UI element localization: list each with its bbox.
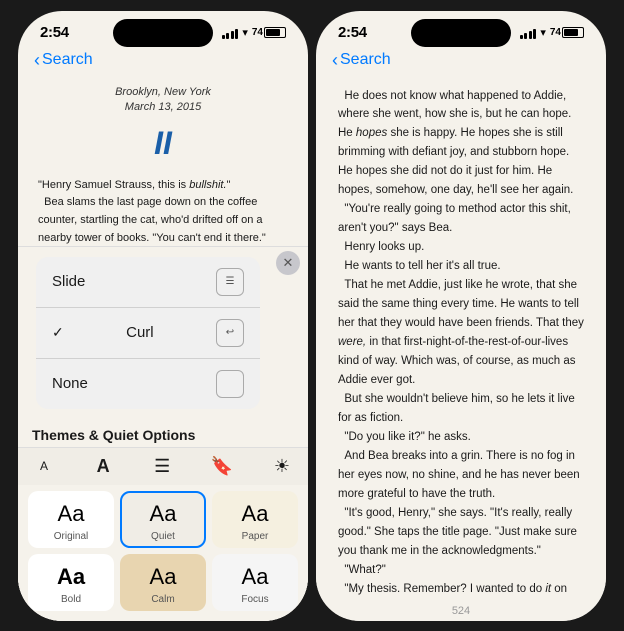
book-chapter: II xyxy=(38,119,288,169)
wifi-icon: ▾ xyxy=(242,26,248,39)
none-icon xyxy=(216,370,244,398)
left-time: 2:54 xyxy=(40,24,69,41)
transition-curl[interactable]: ✓ Curl ↩ xyxy=(36,308,260,359)
bottom-panel: Slide ☰ ✓ Curl ↩ None ✕ T xyxy=(18,246,308,621)
none-label: None xyxy=(52,375,88,392)
battery-icon: 74 xyxy=(252,27,286,38)
themes-header: Themes & Quiet Options xyxy=(18,419,308,447)
paper-label: Paper xyxy=(242,531,269,542)
original-label: Original xyxy=(54,531,88,542)
theme-quiet[interactable]: Aa Quiet xyxy=(120,491,206,548)
right-book-content: He does not know what happened to Addie,… xyxy=(316,75,606,601)
calm-sample: Aa xyxy=(150,564,177,590)
r-signal-bar-1 xyxy=(520,35,523,39)
right-book-text: He does not know what happened to Addie,… xyxy=(338,87,584,601)
left-nav-bar: ‹ Search xyxy=(18,47,308,75)
right-battery-icon: 74 xyxy=(550,27,584,38)
themes-title: Themes & Quiet Options xyxy=(32,427,195,443)
right-nav-bar: ‹ Search xyxy=(316,47,606,75)
right-battery-body xyxy=(562,27,584,38)
signal-bar-1 xyxy=(222,35,225,39)
left-back-button[interactable]: ‹ Search xyxy=(34,51,93,69)
paper-sample: Aa xyxy=(242,501,269,527)
right-dynamic-island xyxy=(411,19,511,47)
battery-body xyxy=(264,27,286,38)
focus-sample: Aa xyxy=(242,564,269,590)
transition-slide[interactable]: Slide ☰ xyxy=(36,257,260,308)
right-signal-icon xyxy=(520,27,537,39)
page-number: 524 xyxy=(316,601,606,621)
bookmark-icon[interactable]: 🔖 xyxy=(211,456,233,477)
book-header: Brooklyn, New YorkMarch 13, 2015 II xyxy=(38,85,288,169)
quiet-sample: Aa xyxy=(150,501,177,527)
curl-check: ✓ xyxy=(52,324,64,341)
r-signal-bar-2 xyxy=(524,33,527,39)
curl-icon: ↩ xyxy=(216,319,244,347)
right-battery-fill xyxy=(564,29,578,36)
right-chevron-left-icon: ‹ xyxy=(332,51,338,69)
theme-focus[interactable]: Aa Focus xyxy=(212,554,298,611)
left-back-label: Search xyxy=(42,51,93,69)
themes-grid: Aa Original Aa Quiet Aa Paper Aa Bold Aa xyxy=(18,485,308,621)
text-settings-icon[interactable]: ☰ xyxy=(154,456,170,477)
right-wifi-icon: ▾ xyxy=(540,26,546,39)
right-battery-pct: 74 xyxy=(550,27,561,38)
chevron-left-icon: ‹ xyxy=(34,51,40,69)
slide-label: Slide xyxy=(52,273,85,290)
left-phone: 2:54 ▾ 74 ‹ Se xyxy=(18,11,308,621)
bold-label: Bold xyxy=(61,594,81,605)
large-font-button[interactable]: A xyxy=(93,454,114,479)
theme-paper[interactable]: Aa Paper xyxy=(212,491,298,548)
signal-bar-2 xyxy=(226,33,229,39)
right-phone: 2:54 ▾ 74 ‹ Se xyxy=(316,11,606,621)
phones-container: 2:54 ▾ 74 ‹ Se xyxy=(0,0,624,631)
right-back-label: Search xyxy=(340,51,391,69)
battery-fill xyxy=(266,29,280,36)
r-signal-bar-3 xyxy=(529,31,532,39)
focus-label: Focus xyxy=(241,594,268,605)
quiet-label: Quiet xyxy=(151,531,175,542)
brightness-icon[interactable]: ☀ xyxy=(274,456,290,477)
left-status-icons: ▾ 74 xyxy=(222,26,286,39)
calm-label: Calm xyxy=(151,594,174,605)
reading-controls: A A ☰ 🔖 ☀ xyxy=(18,447,308,485)
close-button[interactable]: ✕ xyxy=(276,251,300,275)
small-font-button[interactable]: A xyxy=(36,457,52,475)
book-location: Brooklyn, New YorkMarch 13, 2015 xyxy=(38,85,288,116)
theme-calm[interactable]: Aa Calm xyxy=(120,554,206,611)
slide-icon: ☰ xyxy=(216,268,244,296)
r-signal-bar-4 xyxy=(533,29,536,39)
theme-original[interactable]: Aa Original xyxy=(28,491,114,548)
right-time: 2:54 xyxy=(338,24,367,41)
transition-menu: Slide ☰ ✓ Curl ↩ None xyxy=(36,257,260,409)
right-back-button[interactable]: ‹ Search xyxy=(332,51,391,69)
curl-label: Curl xyxy=(126,324,154,341)
original-sample: Aa xyxy=(58,501,85,527)
transition-none[interactable]: None xyxy=(36,359,260,409)
signal-icon xyxy=(222,27,239,39)
left-battery-pct: 74 xyxy=(252,27,263,38)
theme-bold[interactable]: Aa Bold xyxy=(28,554,114,611)
signal-bar-3 xyxy=(231,31,234,39)
signal-bar-4 xyxy=(235,29,238,39)
dynamic-island xyxy=(113,19,213,47)
bold-sample: Aa xyxy=(57,564,85,590)
right-status-icons: ▾ 74 xyxy=(520,26,584,39)
